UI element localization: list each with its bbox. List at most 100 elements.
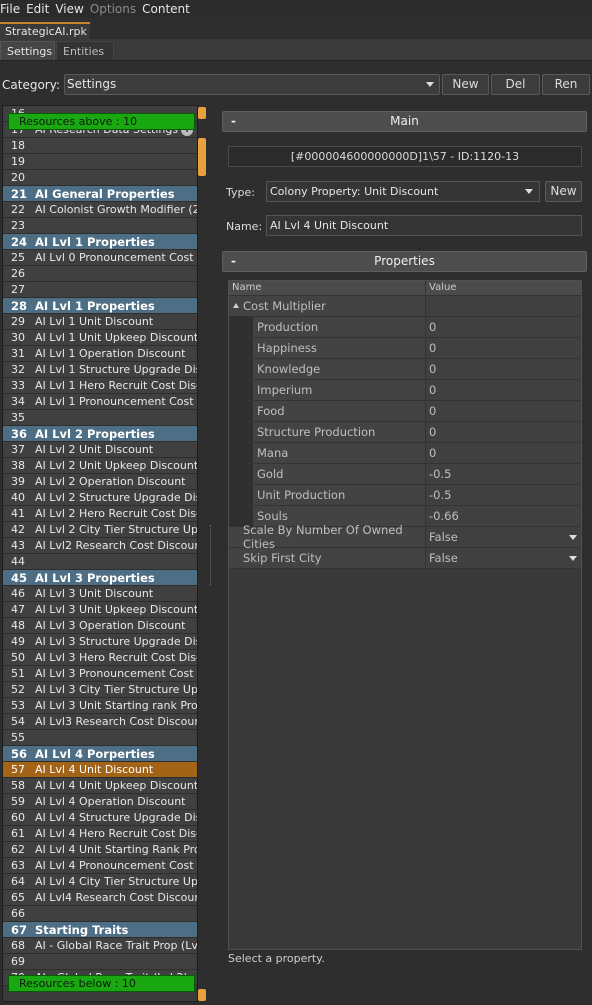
menu-view[interactable]: View xyxy=(55,2,89,16)
property-row[interactable]: Scale By Number Of Owned Cities False xyxy=(229,523,581,551)
list-item[interactable]: 32 AI Lvl 1 Structure Upgrade Disc xyxy=(3,362,197,378)
property-value[interactable]: -0.5 xyxy=(426,464,581,484)
category-select[interactable]: Settings xyxy=(64,74,440,95)
menu-options[interactable]: Options xyxy=(90,2,142,16)
list-group-header[interactable]: 28 AI Lvl 1 Properties xyxy=(3,298,197,314)
list-item[interactable]: 19 xyxy=(3,154,197,170)
property-dropdown[interactable]: False xyxy=(426,527,581,547)
property-group-row[interactable]: Cost Multiplier xyxy=(229,296,581,317)
list-item[interactable]: 37 AI Lvl 2 Unit Discount xyxy=(3,442,197,458)
property-value[interactable]: 0 xyxy=(426,422,581,442)
main-section-header[interactable]: - Main xyxy=(222,111,587,132)
category-delete-button[interactable]: Del xyxy=(491,74,540,95)
list-group-header[interactable]: 21 AI General Properties xyxy=(3,186,197,202)
list-item[interactable]: 41 AI Lvl 2 Hero Recruit Cost Disco xyxy=(3,506,197,522)
list-item[interactable]: 58 AI Lvl 4 Unit Upkeep Discount xyxy=(3,778,197,794)
list-item[interactable]: 63 AI Lvl 4 Pronouncement Cost M xyxy=(3,858,197,874)
list-item[interactable]: 54 AI Lvl3 Research Cost Discount xyxy=(3,714,197,730)
property-value[interactable]: 0 xyxy=(426,401,581,421)
tab-entities[interactable]: Entities xyxy=(56,41,114,60)
list-item[interactable]: 29 AI Lvl 1 Unit Discount xyxy=(3,314,197,330)
list-item[interactable]: 30 AI Lvl 1 Unit Upkeep Discount xyxy=(3,330,197,346)
property-value[interactable]: 0 xyxy=(426,338,581,358)
list-item[interactable]: 42 AI Lvl 2 City Tier Structure Upg xyxy=(3,522,197,538)
list-item[interactable]: 46 AI Lvl 3 Unit Discount xyxy=(3,586,197,602)
list-item[interactable]: 20 xyxy=(3,170,197,186)
list-item[interactable]: 47 AI Lvl 3 Unit Upkeep Discount xyxy=(3,602,197,618)
list-item[interactable]: 55 xyxy=(3,730,197,746)
tab-settings[interactable]: Settings xyxy=(0,41,55,60)
list-item[interactable]: 59 AI Lvl 4 Operation Discount xyxy=(3,794,197,810)
property-row[interactable]: Mana 0 xyxy=(229,443,581,464)
property-row[interactable]: Production 0 xyxy=(229,317,581,338)
property-value[interactable]: 0 xyxy=(426,380,581,400)
list-item[interactable]: 69 xyxy=(3,954,197,970)
list-item[interactable]: 43 AI Lvl2 Research Cost Discount xyxy=(3,538,197,554)
list-item[interactable]: 68 AI - Global Race Trait Prop (Lvl xyxy=(3,938,197,954)
list-group-header[interactable]: 45 AI Lvl 3 Properties xyxy=(3,570,197,586)
list-item[interactable]: 34 AI Lvl 1 Pronouncement Cost M xyxy=(3,394,197,410)
properties-section-header[interactable]: - Properties xyxy=(222,251,587,272)
property-row[interactable]: Imperium 0 xyxy=(229,380,581,401)
list-item[interactable]: 22 AI Colonist Growth Modifier (25 xyxy=(3,202,197,218)
type-select[interactable]: Colony Property: Unit Discount xyxy=(266,181,540,202)
list-item[interactable]: 27 xyxy=(3,282,197,298)
panel-splitter[interactable] xyxy=(210,525,213,585)
list-item[interactable]: 49 AI Lvl 3 Structure Upgrade Disc xyxy=(3,634,197,650)
property-row[interactable]: Unit Production -0.5 xyxy=(229,485,581,506)
property-value[interactable]: 0 xyxy=(426,317,581,337)
list-item[interactable]: 48 AI Lvl 3 Operation Discount xyxy=(3,618,197,634)
property-value[interactable]: 0 xyxy=(426,443,581,463)
category-rename-button[interactable]: Ren xyxy=(542,74,590,95)
property-value[interactable]: -0.66 xyxy=(426,506,581,526)
type-new-button[interactable]: New xyxy=(545,181,582,202)
list-item[interactable]: 26 xyxy=(3,266,197,282)
list-item[interactable]: 53 AI Lvl 3 Unit Starting rank Prope xyxy=(3,698,197,714)
column-header-name[interactable]: Name xyxy=(229,281,426,295)
category-new-button[interactable]: New xyxy=(442,74,489,95)
list-item[interactable]: 62 AI Lvl 4 Unit Starting Rank Prop xyxy=(3,842,197,858)
list-item[interactable]: 31 AI Lvl 1 Operation Discount xyxy=(3,346,197,362)
menu-file[interactable]: File xyxy=(0,2,26,16)
list-group-header[interactable]: 56 AI Lvl 4 Porperties xyxy=(3,746,197,762)
list-item[interactable]: 57 AI Lvl 4 Unit Discount xyxy=(3,762,197,778)
scroll-down-button[interactable] xyxy=(198,989,206,1001)
property-row[interactable]: Structure Production 0 xyxy=(229,422,581,443)
list-item[interactable]: 23 xyxy=(3,218,197,234)
property-value[interactable]: -0.5 xyxy=(426,485,581,505)
list-item[interactable]: 64 AI Lvl 4 City Tier Structure Upg xyxy=(3,874,197,890)
list-group-header[interactable]: 36 AI Lvl 2 Properties xyxy=(3,426,197,442)
list-item[interactable]: 65 AI Lvl4 Research Cost Discount xyxy=(3,890,197,906)
list-group-header[interactable]: 24 AI Lvl 1 Properties xyxy=(3,234,197,250)
name-field[interactable]: AI Lvl 4 Unit Discount xyxy=(266,215,582,236)
property-value[interactable]: 0 xyxy=(426,359,581,379)
menu-edit[interactable]: Edit xyxy=(26,2,55,16)
list-item[interactable]: 44 xyxy=(3,554,197,570)
property-row[interactable]: Happiness 0 xyxy=(229,338,581,359)
list-item[interactable]: 50 AI Lvl 3 Hero Recruit Cost Disco xyxy=(3,650,197,666)
expand-caret-icon[interactable] xyxy=(233,303,239,308)
list-item[interactable]: 39 AI Lvl 2 Operation Discount xyxy=(3,474,197,490)
property-row[interactable]: Skip First City False xyxy=(229,548,581,569)
menu-content[interactable]: Content xyxy=(142,2,196,16)
list-item[interactable]: 51 AI Lvl 3 Pronouncement Cost M xyxy=(3,666,197,682)
list-item[interactable]: 38 AI Lvl 2 Unit Upkeep Discount xyxy=(3,458,197,474)
list-item[interactable]: 61 AI Lvl 4 Hero Recruit Cost Disco xyxy=(3,826,197,842)
entry-list-scrollbar[interactable] xyxy=(198,107,206,1002)
list-item[interactable]: 18 xyxy=(3,138,197,154)
list-item[interactable]: 66 xyxy=(3,906,197,922)
list-item[interactable]: 40 AI Lvl 2 Structure Upgrade Disc xyxy=(3,490,197,506)
property-row[interactable]: Knowledge 0 xyxy=(229,359,581,380)
column-header-value[interactable]: Value xyxy=(426,281,581,295)
list-item[interactable]: 33 AI Lvl 1 Hero Recruit Cost Disco xyxy=(3,378,197,394)
file-tab[interactable]: StrategicAI.rpk xyxy=(0,22,90,39)
list-group-header[interactable]: 67 Starting Traits xyxy=(3,922,197,938)
scroll-up-button[interactable] xyxy=(198,107,206,119)
property-row[interactable]: Gold -0.5 xyxy=(229,464,581,485)
list-item[interactable]: 60 AI Lvl 4 Structure Upgrade Disc xyxy=(3,810,197,826)
list-item[interactable]: 52 AI Lvl 3 City Tier Structure Upg xyxy=(3,682,197,698)
property-row[interactable]: Food 0 xyxy=(229,401,581,422)
list-item[interactable]: 25 AI Lvl 0 Pronouncement Cost M xyxy=(3,250,197,266)
property-dropdown[interactable]: False xyxy=(426,548,581,568)
list-item[interactable]: 35 xyxy=(3,410,197,426)
